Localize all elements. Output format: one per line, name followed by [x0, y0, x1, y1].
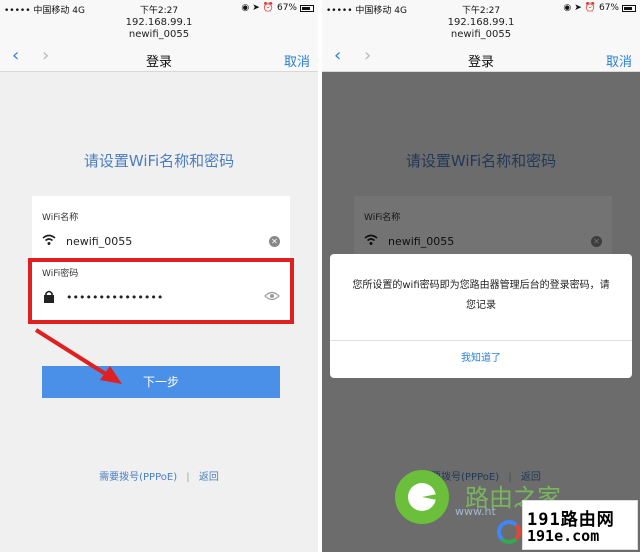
watermark-logo-icon	[395, 470, 449, 524]
url-ssid: newifi_0055	[450, 29, 512, 40]
phone-screen-left: ••••• 中国移动 4G 下午2:27 ◉ ➤ ⏰ 67% 192.168.9…	[0, 0, 318, 552]
dialog-ok-button[interactable]: 我知道了	[330, 340, 632, 378]
url-display: 192.168.99.1 newifi_0055	[322, 17, 640, 41]
watermark-site-badge: 191路由网 191e.com	[522, 500, 638, 550]
cancel-button[interactable]: 取消	[606, 51, 632, 70]
battery-icon	[622, 4, 636, 12]
location-icon: ➤	[574, 3, 582, 13]
google-g-icon	[497, 520, 521, 544]
battery-percent: 67%	[598, 3, 619, 13]
status-bar: ••••• 中国移动 4G 下午2:27 ◉ ➤ ⏰ 67%	[322, 0, 640, 16]
watermark-url: www.ht	[455, 505, 496, 518]
watermark-site-line2: 191e.com	[527, 527, 600, 545]
alarm-icon: ⏰	[584, 3, 596, 13]
phone-screen-right: ••••• 中国移动 4G 下午2:27 ◉ ➤ ⏰ 67% 192.168.9…	[322, 0, 640, 552]
lock-rotation-icon: ◉	[563, 3, 572, 13]
browser-nav-bar: 192.168.99.1 newifi_0055 ‹ › 登录 取消	[322, 16, 640, 72]
page-title: 登录	[467, 55, 494, 70]
status-right: ◉ ➤ ⏰ 67%	[563, 3, 636, 13]
url-host: 192.168.99.1	[447, 17, 515, 28]
annotation-arrow-icon	[34, 328, 122, 384]
alert-dialog: 您所设置的wifi密码即为您路由器管理后台的登录密码，请您记录 我知道了	[330, 254, 632, 378]
dialog-message: 您所设置的wifi密码即为您路由器管理后台的登录密码，请您记录	[352, 280, 610, 311]
